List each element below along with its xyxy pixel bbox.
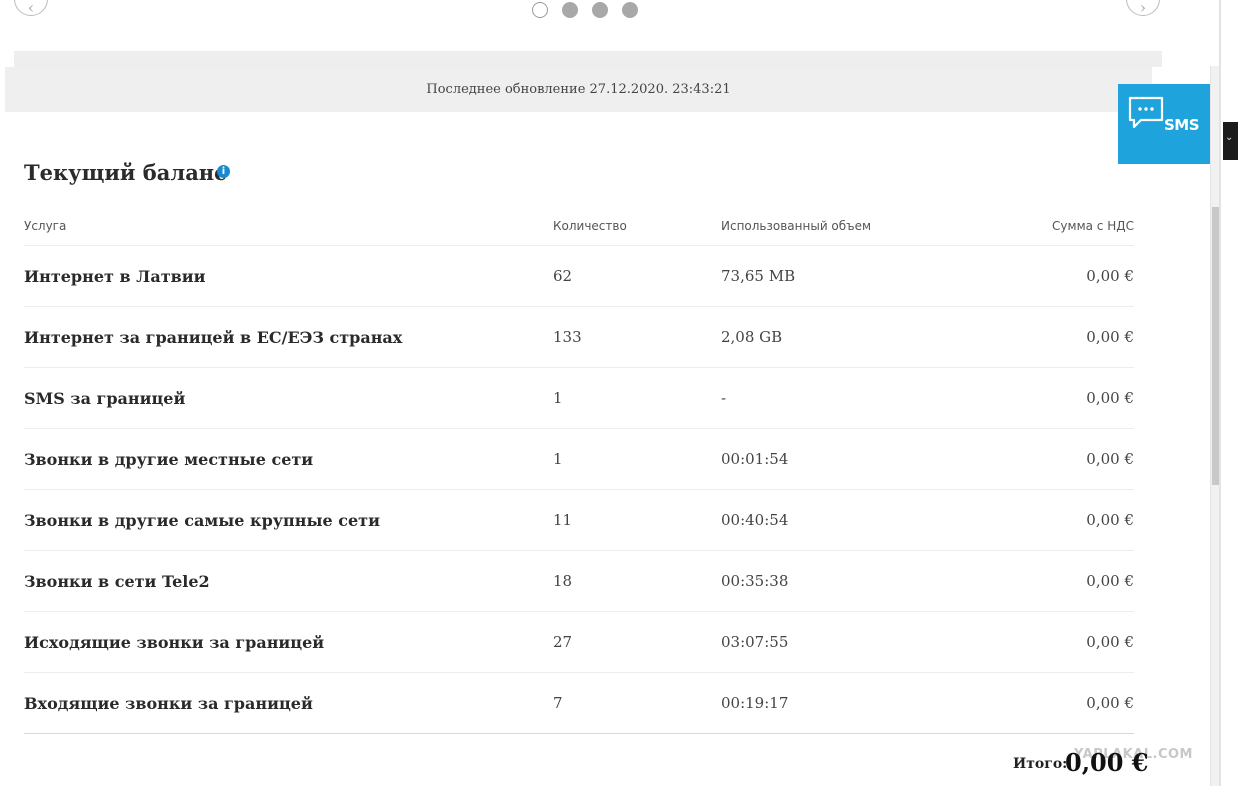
service-cell: Интернет за границей в ЕС/ЕЭЗ странах [24,327,403,347]
service-cell: Интернет в Латвии [24,266,206,286]
amount-cell: 0,00 € [1086,572,1134,590]
last-update-bar: Последнее обновление 27.12.2020. 23:43:2… [5,67,1152,112]
amount-cell: 0,00 € [1086,450,1134,468]
chat-bubble-icon [1128,96,1164,129]
side-tab[interactable]: ⌄ [1223,122,1238,160]
amount-cell: 0,00 € [1086,694,1134,712]
table-row: SMS за границей 1 - 0,00 € [24,368,1134,429]
window-edge [1219,0,1221,786]
volume-cell: 00:19:17 [721,694,789,712]
amount-cell: 0,00 € [1086,511,1134,529]
amount-cell: 0,00 € [1086,389,1134,407]
volume-cell: - [721,389,727,407]
quantity-cell: 11 [553,511,573,529]
quantity-cell: 62 [553,267,573,285]
quantity-cell: 7 [553,694,563,712]
volume-cell: 73,65 MB [721,267,796,285]
column-header-service: Услуга [24,218,67,233]
table-row: Интернет за границей в ЕС/ЕЭЗ странах 13… [24,307,1134,368]
service-cell: Звонки в другие местные сети [24,449,314,469]
volume-cell: 03:07:55 [721,633,789,651]
volume-cell: 00:35:38 [721,572,789,590]
quantity-cell: 1 [553,389,563,407]
balance-table: Услуга Количество Использованный объем С… [24,206,1134,734]
chevron-down-icon: ⌄ [1225,132,1234,143]
scrollbar-thumb[interactable] [1212,207,1219,485]
table-row: Входящие звонки за границей 7 00:19:17 0… [24,673,1134,734]
amount-cell: 0,00 € [1086,328,1134,346]
last-update-text: Последнее обновление 27.12.2020. 23:43:2… [426,82,731,97]
carousel-dot[interactable] [622,2,638,18]
balance-title: Текущий баланс [24,160,227,185]
top-strip [14,51,1162,67]
carousel-prev-button[interactable]: ‹ [14,0,48,17]
table-row: Звонки в сети Tele2 18 00:35:38 0,00 € [24,551,1134,612]
quantity-cell: 1 [553,450,563,468]
carousel-dot[interactable] [592,2,608,18]
carousel-next-button[interactable]: › [1126,0,1160,17]
total-label: Итого: [1013,756,1068,772]
total-value: 0,00 € [1065,748,1149,777]
volume-cell: 00:01:54 [721,450,789,468]
column-header-quantity: Количество [553,218,627,233]
carousel-dot[interactable] [532,2,548,18]
column-header-used-volume: Использованный объем [721,218,872,233]
carousel-dot[interactable] [562,2,578,18]
amount-cell: 0,00 € [1086,633,1134,651]
chevron-right-icon: › [1139,0,1147,17]
amount-cell: 0,00 € [1086,267,1134,285]
carousel-dots [532,2,638,18]
chevron-left-icon: ‹ [27,0,35,17]
quantity-cell: 133 [553,328,582,346]
table-row: Интернет в Латвии 62 73,65 MB 0,00 € [24,246,1134,307]
sms-widget-button[interactable]: SMS [1118,84,1210,164]
volume-cell: 2,08 GB [721,328,783,346]
table-row: Звонки в другие местные сети 1 00:01:54 … [24,429,1134,490]
sms-widget-label: SMS [1164,116,1200,134]
service-cell: Входящие звонки за границей [24,693,313,713]
quantity-cell: 27 [553,633,573,651]
service-cell: Исходящие звонки за границей [24,632,325,652]
table-row: Исходящие звонки за границей 27 03:07:55… [24,612,1134,673]
quantity-cell: 18 [553,572,573,590]
service-cell: Звонки в сети Tele2 [24,571,210,591]
table-header: Услуга Количество Использованный объем С… [24,206,1134,246]
volume-cell: 00:40:54 [721,511,789,529]
info-icon[interactable]: i [217,165,230,178]
service-cell: Звонки в другие самые крупные сети [24,510,380,530]
table-row: Звонки в другие самые крупные сети 11 00… [24,490,1134,551]
column-header-amount: Сумма с НДС [1052,218,1134,233]
service-cell: SMS за границей [24,388,186,408]
